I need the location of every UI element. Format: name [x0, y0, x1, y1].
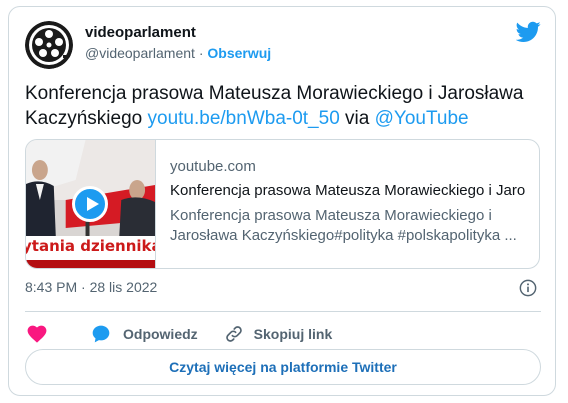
tweet-text: Konferencja prasowa Mateusza Morawieckie… — [25, 81, 545, 131]
link-preview-card[interactable]: ytania dziennikarzy youtube.com Konferen… — [25, 139, 540, 269]
read-more-button[interactable]: Czytaj więcej na platformie Twitter — [25, 349, 541, 385]
avatar[interactable] — [25, 21, 73, 69]
thumbnail-bar — [26, 260, 155, 268]
author-name[interactable]: videoparlament — [85, 24, 196, 41]
thumbnail-caption: ytania dziennikarzy — [26, 236, 155, 260]
tweet-timestamp[interactable]: 8:43 PM · 28 lis 2022 — [25, 279, 157, 295]
author-handle-row: @videoparlament · Obserwuj — [85, 45, 271, 61]
like-button[interactable] — [27, 325, 47, 343]
thumbnail-caption-text: ytania dziennikarzy — [26, 237, 155, 255]
info-icon[interactable] — [519, 279, 537, 297]
video-thumbnail[interactable]: ytania dziennikarzy — [26, 140, 156, 268]
action-bar: Odpowiedz Skopiuj link — [25, 319, 332, 349]
youtube-mention[interactable]: @YouTube — [375, 108, 469, 129]
follow-button[interactable]: Obserwuj — [207, 45, 271, 61]
preview-description: Konferencja prasowa Mateusza Morawieckie… — [170, 207, 517, 244]
divider — [25, 311, 541, 312]
copy-link-label: Skopiuj link — [253, 326, 333, 342]
twitter-bird-icon[interactable] — [516, 21, 541, 43]
play-icon[interactable] — [72, 186, 108, 222]
speech-bubble-icon — [92, 325, 110, 343]
preview-title: Konferencja prasowa Mateusza Morawieckie… — [170, 182, 526, 199]
preview-domain: youtube.com — [170, 158, 256, 175]
separator-dot: · — [198, 45, 204, 61]
tweet-via: via — [339, 108, 375, 129]
youtube-link[interactable]: youtu.be/bnWba-0t_50 — [148, 108, 340, 129]
link-icon — [225, 326, 242, 342]
tweet-card: videoparlament @videoparlament · Obserwu… — [8, 6, 556, 396]
copy-link-button[interactable]: Skopiuj link — [224, 324, 333, 344]
preview-body: youtube.com Konferencja prasowa Mateusza… — [156, 140, 526, 268]
heart-icon — [27, 325, 47, 343]
reply-label: Odpowiedz — [123, 326, 198, 342]
author-handle[interactable]: @videoparlament — [85, 45, 195, 61]
videoparlament-logo-icon — [25, 21, 73, 69]
reply-button[interactable]: Odpowiedz — [91, 324, 198, 344]
